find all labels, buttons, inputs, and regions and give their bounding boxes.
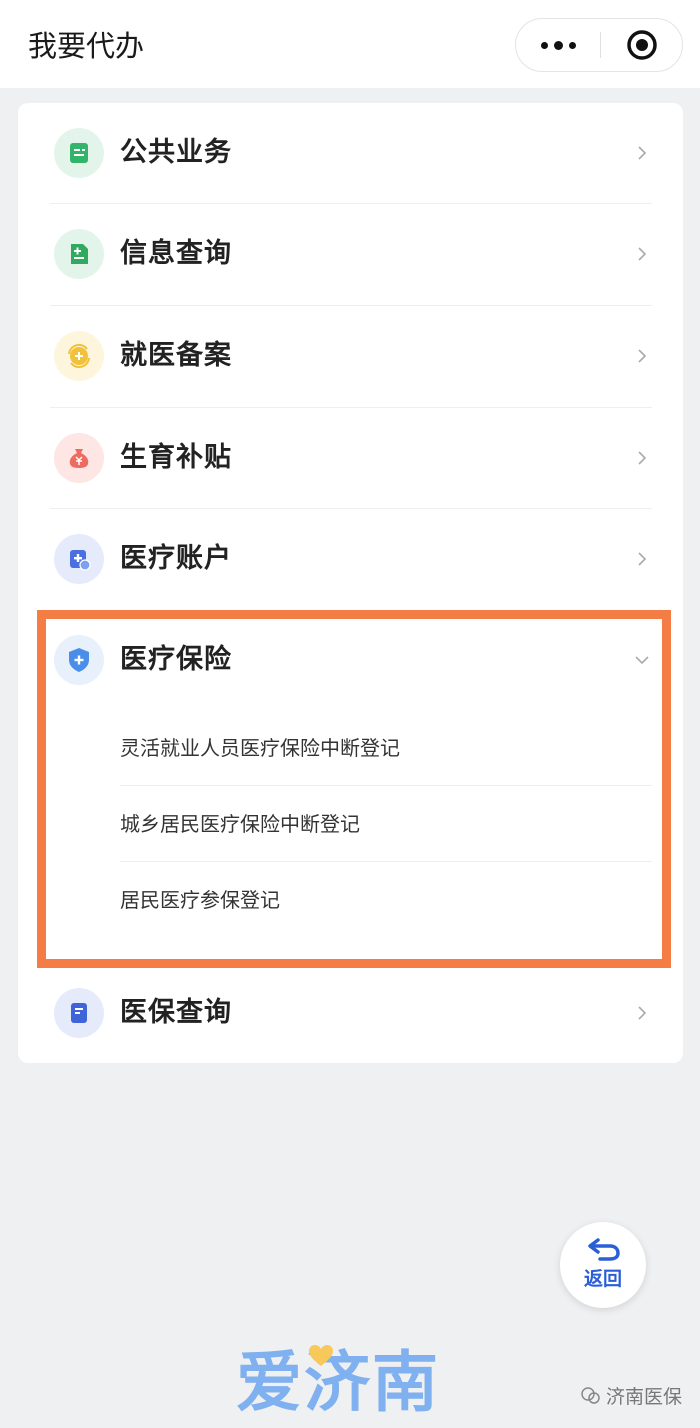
more-dot-icon [553,40,563,50]
menu-item-label: 就医备案 [120,340,232,371]
chevron-right-icon [638,349,647,363]
menu-item-insurance-query[interactable]: 医保查询 [50,963,652,1063]
document-icon [54,128,104,178]
more-button[interactable] [516,19,600,71]
mini-program-capsule [515,18,683,72]
top-bar: 我要代办 [0,0,700,88]
watermark-text: 济南医保 [606,1386,683,1408]
watermark: 济南医保 [580,1381,682,1413]
menu-item-label: 医保查询 [120,997,232,1028]
chevron-right-icon [638,146,647,160]
menu-item-public-business[interactable]: 公共业务 [50,103,652,203]
more-dot-icon [540,41,548,49]
money-bag-icon [54,433,104,483]
chevron-right-icon [638,1006,647,1020]
menu-item-info-query[interactable]: 信息查询 [50,204,652,304]
menu-item-label: 生育补贴 [120,442,232,473]
chevron-right-icon [638,552,647,566]
ai-jinan-logo: 爱济南 [236,1344,440,1421]
chevron-right-icon [638,247,647,261]
medical-account-icon [54,534,104,584]
back-button-label: 返回 [583,1268,622,1290]
menu-item-medical-account[interactable]: 医疗账户 [50,509,652,609]
target-close-icon [627,30,657,60]
return-arrow-icon [588,1238,620,1261]
chevron-right-icon [638,451,647,465]
medical-record-icon [54,229,104,279]
page-title: 我要代办 [28,29,145,63]
heart-icon [309,1345,333,1366]
highlight-box [37,610,671,968]
menu-item-medical-filing[interactable]: 就医备案 [50,306,652,406]
menu-item-label: 信息查询 [120,238,232,269]
menu-item-maternity-subsidy[interactable]: 生育补贴 [50,408,652,508]
close-button[interactable] [601,19,683,71]
more-dot-icon [568,41,576,49]
menu-item-label: 公共业务 [120,137,232,168]
menu-item-label: 医疗账户 [120,543,232,574]
notebook-icon [54,988,104,1038]
sync-circle-icon [54,331,104,381]
back-button[interactable]: 返回 [560,1222,646,1308]
